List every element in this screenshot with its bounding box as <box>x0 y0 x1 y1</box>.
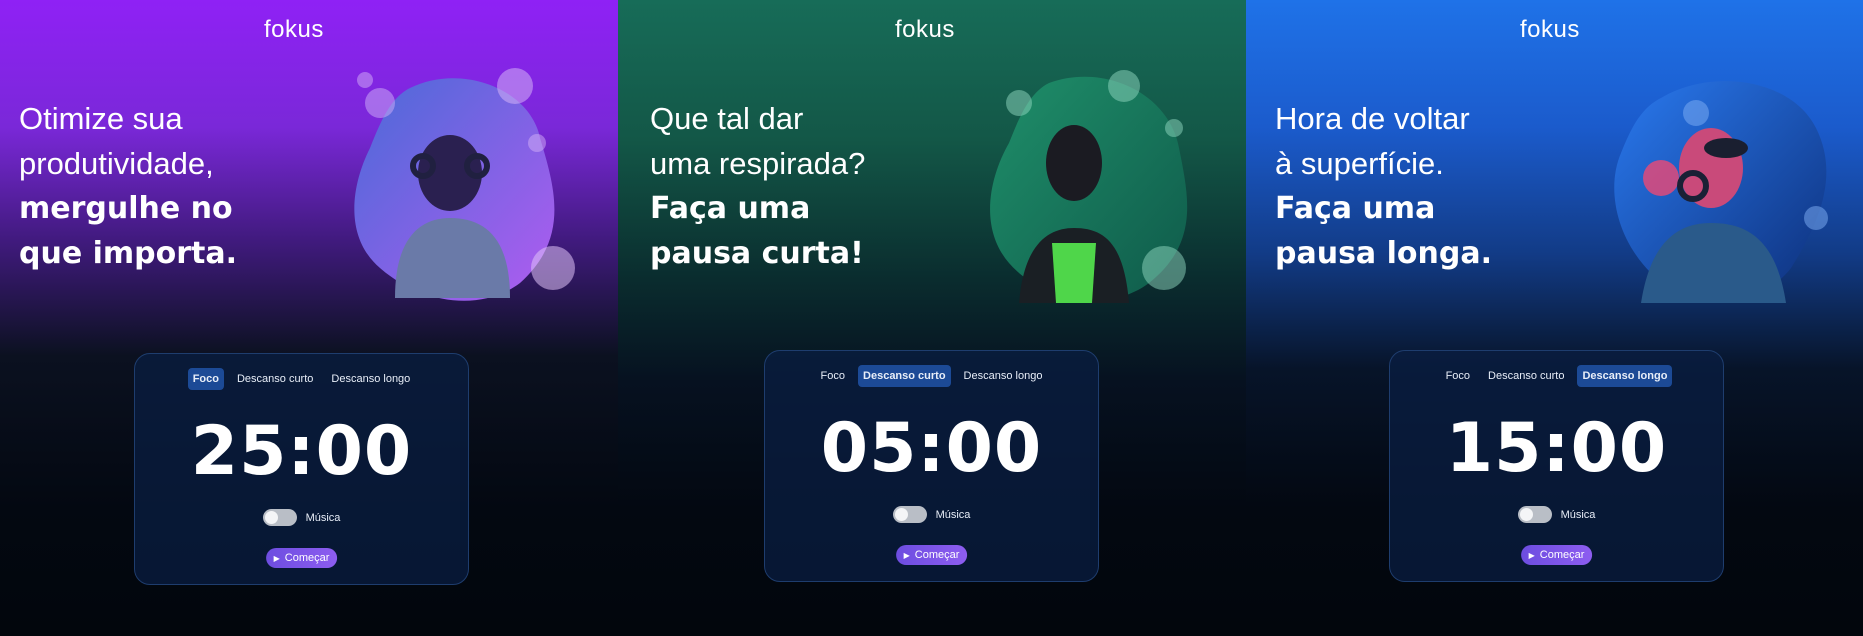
tab-descanso-curto[interactable]: Descanso curto <box>232 368 318 390</box>
timer-card: Foco Descanso curto Descanso longo 05:00… <box>764 350 1099 582</box>
headline-line-3: Faça uma <box>1275 191 1436 226</box>
panel-long-break: fokus Hora de voltar à superfície. Faça … <box>1246 0 1863 636</box>
tab-foco[interactable]: Foco <box>1441 365 1475 387</box>
mode-tabs: Foco Descanso curto Descanso longo <box>765 365 1098 387</box>
tab-descanso-curto[interactable]: Descanso curto <box>1483 365 1569 387</box>
start-button-label: Começar <box>914 549 960 561</box>
hero-illustration <box>1601 68 1841 306</box>
play-icon: ▶ <box>273 553 280 563</box>
timer-card: Foco Descanso curto Descanso longo 15:00… <box>1389 350 1724 582</box>
music-toggle[interactable] <box>262 509 297 526</box>
headline-line-1: Otimize sua <box>19 101 183 136</box>
headline: Otimize sua produtividade, mergulhe no q… <box>19 96 237 276</box>
music-label: Música <box>1560 508 1596 521</box>
start-button[interactable]: ▶ Começar <box>895 545 968 565</box>
headline-line-1: Que tal dar <box>650 101 804 136</box>
headline-line-1: Hora de voltar <box>1275 101 1470 136</box>
toggle-knob <box>1519 508 1533 521</box>
headline-line-2: uma respirada? <box>650 146 866 181</box>
app-logo: fokus <box>264 16 324 43</box>
headline-line-2: à superfície. <box>1275 146 1444 181</box>
panel-short-break: fokus Que tal dar uma respirada? Faça um… <box>618 0 1246 636</box>
tab-descanso-longo[interactable]: Descanso longo <box>326 368 415 390</box>
music-label: Música <box>305 511 341 524</box>
music-toggle[interactable] <box>892 506 927 523</box>
headline-line-4: pausa curta! <box>650 236 864 271</box>
music-toggle[interactable] <box>1517 506 1552 523</box>
headline-line-4: pausa longa. <box>1275 236 1492 271</box>
music-control: Música <box>1390 506 1723 523</box>
play-icon: ▶ <box>903 550 910 560</box>
tab-descanso-curto[interactable]: Descanso curto <box>858 365 951 387</box>
app-logo: fokus <box>895 16 955 43</box>
tab-descanso-longo[interactable]: Descanso longo <box>959 365 1048 387</box>
start-button-label: Começar <box>284 552 330 564</box>
headline-line-3: mergulhe no <box>19 191 233 226</box>
timer-display: 15:00 <box>1445 409 1668 488</box>
play-icon: ▶ <box>1528 550 1535 560</box>
tab-foco[interactable]: Foco <box>816 365 850 387</box>
timer-card: Foco Descanso curto Descanso longo 25:00… <box>134 353 469 585</box>
music-control: Música <box>135 509 468 526</box>
music-control: Música <box>765 506 1098 523</box>
hero-illustration <box>974 68 1214 306</box>
headline-line-3: Faça uma <box>650 191 811 226</box>
headline-line-2: produtividade, <box>19 146 214 181</box>
hero-illustration <box>340 68 580 306</box>
toggle-knob <box>264 511 278 524</box>
headline-line-4: que importa. <box>19 236 238 271</box>
music-label: Música <box>935 508 971 521</box>
start-button[interactable]: ▶ Começar <box>1520 545 1593 565</box>
start-button[interactable]: ▶ Começar <box>265 548 338 568</box>
timer-display: 05:00 <box>820 409 1043 488</box>
app-logo: fokus <box>1520 16 1580 43</box>
mode-tabs: Foco Descanso curto Descanso longo <box>1390 365 1723 387</box>
start-button-label: Começar <box>1539 549 1585 561</box>
toggle-knob <box>894 508 908 521</box>
panel-focus: fokus Otimize sua produtividade, mergulh… <box>0 0 618 636</box>
headline: Que tal dar uma respirada? Faça uma paus… <box>650 96 865 276</box>
timer-display: 25:00 <box>190 412 413 491</box>
tab-foco[interactable]: Foco <box>187 368 224 390</box>
headline: Hora de voltar à superfície. Faça uma pa… <box>1275 96 1492 276</box>
tab-descanso-longo[interactable]: Descanso longo <box>1577 365 1673 387</box>
mode-tabs: Foco Descanso curto Descanso longo <box>135 368 468 390</box>
